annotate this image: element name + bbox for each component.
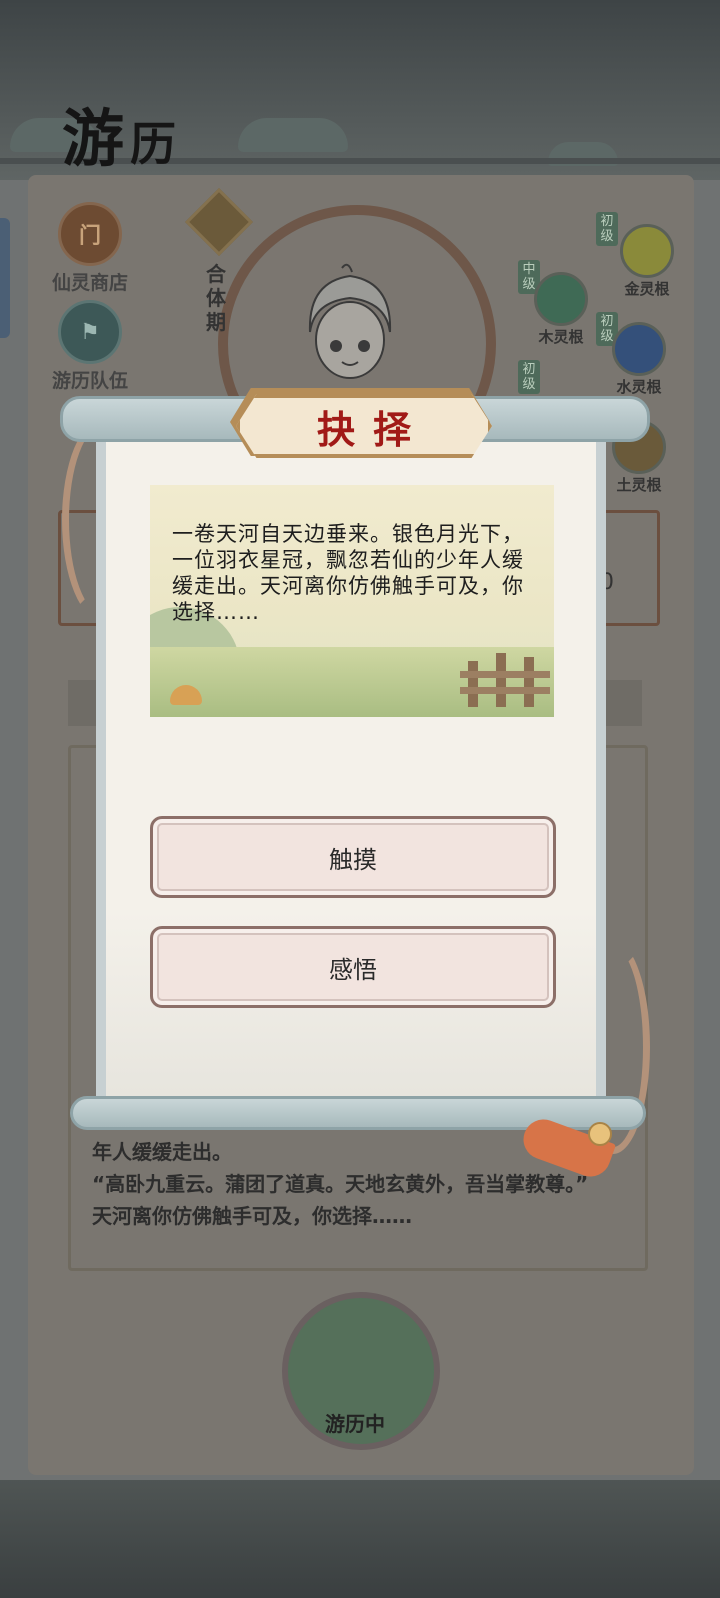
title-plaque: 抉择 bbox=[236, 394, 492, 458]
scroll-bead bbox=[588, 1122, 612, 1146]
log-line: “高卧九重云。蒲团了道真。天地玄黄外，吾当掌教尊。” bbox=[92, 1172, 589, 1196]
travel-team-label: 游历队伍 bbox=[51, 370, 128, 392]
root-grade-badge: 初级 bbox=[518, 360, 540, 394]
fence-illustration bbox=[460, 653, 550, 707]
log-line: 天河离你仿佛触手可及，你选择…… bbox=[92, 1204, 412, 1228]
shop-icon: 门 bbox=[58, 202, 122, 266]
story-card: 一卷天河自天边垂来。银色月光下，一位羽衣星冠，飘忽若仙的少年人缓缓走出。天河离你… bbox=[150, 485, 554, 717]
traveling-status-label: 游历中 bbox=[325, 1412, 385, 1436]
water-root[interactable]: 水灵根 bbox=[604, 322, 674, 397]
dialog-title: 抉择 bbox=[316, 406, 429, 452]
cloud-decoration bbox=[238, 118, 348, 152]
wood-root-label: 木灵根 bbox=[538, 328, 584, 346]
earth-root-label: 土灵根 bbox=[616, 476, 662, 494]
metal-root-label: 金灵根 bbox=[624, 280, 670, 298]
travel-team-button[interactable]: ⚑ 游历队伍 bbox=[44, 300, 136, 393]
metal-root[interactable]: 金灵根 bbox=[612, 224, 682, 299]
story-text: 一卷天河自天边垂来。银色月光下，一位羽衣星冠，飘忽若仙的少年人缓缓走出。天河离你… bbox=[172, 522, 524, 624]
metal-root-icon bbox=[620, 224, 674, 278]
side-tab[interactable] bbox=[0, 218, 10, 338]
choice-touch-button[interactable]: 触摸 bbox=[150, 816, 556, 898]
team-flag-icon: ⚑ bbox=[58, 300, 122, 364]
choice-comprehend-button[interactable]: 感悟 bbox=[150, 926, 556, 1008]
water-root-label: 水灵根 bbox=[616, 378, 662, 396]
water-root-icon bbox=[612, 322, 666, 376]
spirit-shop-button[interactable]: 门 仙灵商店 bbox=[44, 202, 136, 295]
page-title: 游历 bbox=[62, 102, 183, 175]
spirit-shop-label: 仙灵商店 bbox=[51, 272, 128, 294]
wood-root-icon bbox=[534, 272, 588, 326]
footer-background bbox=[0, 1480, 720, 1598]
realm-label: 合体期 bbox=[206, 262, 226, 334]
wood-root[interactable]: 木灵根 bbox=[526, 272, 596, 347]
